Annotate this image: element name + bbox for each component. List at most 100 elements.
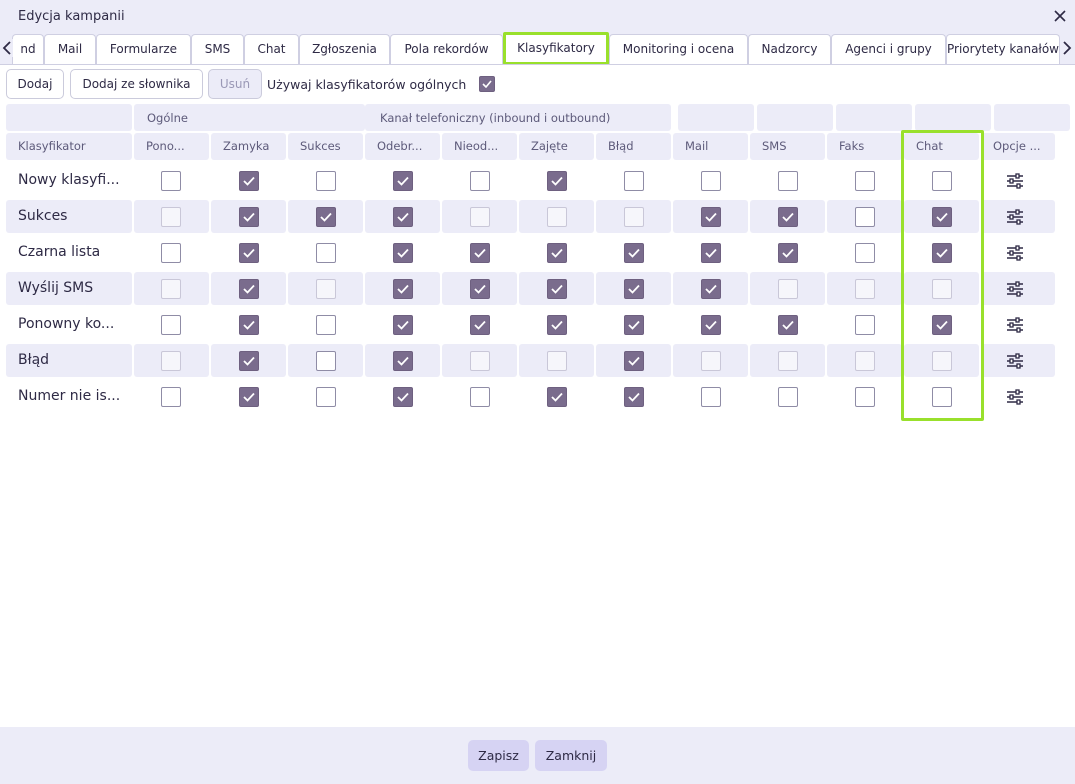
checkbox-sukces[interactable]	[316, 171, 336, 191]
checkbox-chat[interactable]	[932, 279, 952, 299]
checkbox-bd[interactable]	[624, 315, 644, 335]
checkbox-sms[interactable]	[778, 315, 798, 335]
checkbox-chat[interactable]	[932, 351, 952, 371]
tab-tickets[interactable]: Zgłoszenia	[299, 34, 390, 64]
chevron-left-icon[interactable]	[1, 39, 13, 57]
checkbox-bd[interactable]	[624, 171, 644, 191]
checkbox-mail[interactable]	[701, 171, 721, 191]
checkbox-faks[interactable]	[855, 315, 875, 335]
checkbox-odebr[interactable]	[393, 243, 413, 263]
close-button[interactable]: Zamknij	[535, 740, 607, 771]
checkbox-zamyka[interactable]	[239, 351, 259, 371]
save-button[interactable]: Zapisz	[468, 740, 529, 771]
checkbox-odebr[interactable]	[393, 315, 413, 335]
checkbox-pono[interactable]	[161, 243, 181, 263]
delete-button[interactable]: Usuń	[208, 69, 262, 99]
tab-monitoring[interactable]: Monitoring i ocena	[609, 34, 748, 64]
tab-forms[interactable]: Formularze	[96, 34, 191, 64]
checkbox-nieod[interactable]	[470, 207, 490, 227]
checkbox-pono[interactable]	[161, 171, 181, 191]
checkbox-odebr[interactable]	[393, 279, 413, 299]
checkbox-sms[interactable]	[778, 351, 798, 371]
chevron-right-icon[interactable]	[1061, 39, 1073, 57]
checkbox-zajte[interactable]	[547, 171, 567, 191]
checkbox-nieod[interactable]	[470, 387, 490, 407]
checkbox-pono[interactable]	[161, 315, 181, 335]
checkbox-mail[interactable]	[701, 315, 721, 335]
sliders-icon[interactable]	[1006, 353, 1024, 369]
tab-nd[interactable]: nd	[12, 34, 44, 64]
tab-chat[interactable]: Chat	[244, 34, 299, 64]
sliders-icon[interactable]	[1006, 173, 1024, 189]
tab-agents-groups[interactable]: Agenci i grupy	[831, 34, 946, 64]
checkbox-bd[interactable]	[624, 351, 644, 371]
checkbox-zamyka[interactable]	[239, 171, 259, 191]
checkbox-mail[interactable]	[701, 387, 721, 407]
checkbox-odebr[interactable]	[393, 351, 413, 371]
checkbox-nieod[interactable]	[470, 243, 490, 263]
add-from-dictionary-button[interactable]: Dodaj ze słownika	[70, 69, 203, 99]
checkbox-pono[interactable]	[161, 207, 181, 227]
checkbox-zamyka[interactable]	[239, 387, 259, 407]
checkbox-mail[interactable]	[701, 243, 721, 263]
checkbox-chat[interactable]	[932, 171, 952, 191]
checkbox-faks[interactable]	[855, 171, 875, 191]
checkbox-sukces[interactable]	[316, 387, 336, 407]
checkbox-zajte[interactable]	[547, 243, 567, 263]
sliders-icon[interactable]	[1006, 245, 1024, 261]
checkbox-odebr[interactable]	[393, 387, 413, 407]
checkbox-zamyka[interactable]	[239, 315, 259, 335]
tab-supervisors[interactable]: Nadzorcy	[748, 34, 831, 64]
checkbox-pono[interactable]	[161, 279, 181, 299]
checkbox-faks[interactable]	[855, 387, 875, 407]
checkbox-odebr[interactable]	[393, 171, 413, 191]
checkbox-sms[interactable]	[778, 279, 798, 299]
use-general-classifiers-checkbox[interactable]	[479, 76, 495, 92]
checkbox-faks[interactable]	[855, 279, 875, 299]
checkbox-sms[interactable]	[778, 387, 798, 407]
checkbox-mail[interactable]	[701, 279, 721, 299]
checkbox-zamyka[interactable]	[239, 279, 259, 299]
checkbox-zamyka[interactable]	[239, 207, 259, 227]
checkbox-zajte[interactable]	[547, 351, 567, 371]
tab-sms[interactable]: SMS	[191, 34, 244, 64]
checkbox-sms[interactable]	[778, 243, 798, 263]
tab-channel-priorities[interactable]: Priorytety kanałów	[946, 34, 1060, 64]
checkbox-zajte[interactable]	[547, 279, 567, 299]
checkbox-faks[interactable]	[855, 207, 875, 227]
checkbox-zajte[interactable]	[547, 207, 567, 227]
checkbox-faks[interactable]	[855, 351, 875, 371]
checkbox-pono[interactable]	[161, 387, 181, 407]
checkbox-nieod[interactable]	[470, 171, 490, 191]
checkbox-sms[interactable]	[778, 171, 798, 191]
checkbox-sukces[interactable]	[316, 243, 336, 263]
checkbox-pono[interactable]	[161, 351, 181, 371]
checkbox-nieod[interactable]	[470, 279, 490, 299]
checkbox-chat[interactable]	[932, 315, 952, 335]
checkbox-zajte[interactable]	[547, 387, 567, 407]
checkbox-nieod[interactable]	[470, 351, 490, 371]
checkbox-sms[interactable]	[778, 207, 798, 227]
tab-record-fields[interactable]: Pola rekordów	[390, 34, 503, 64]
checkbox-mail[interactable]	[701, 351, 721, 371]
checkbox-zajte[interactable]	[547, 315, 567, 335]
sliders-icon[interactable]	[1006, 317, 1024, 333]
checkbox-bd[interactable]	[624, 207, 644, 227]
checkbox-faks[interactable]	[855, 243, 875, 263]
checkbox-bd[interactable]	[624, 387, 644, 407]
checkbox-nieod[interactable]	[470, 315, 490, 335]
checkbox-bd[interactable]	[624, 243, 644, 263]
sliders-icon[interactable]	[1006, 389, 1024, 405]
sliders-icon[interactable]	[1006, 209, 1024, 225]
checkbox-sukces[interactable]	[316, 207, 336, 227]
checkbox-odebr[interactable]	[393, 207, 413, 227]
checkbox-chat[interactable]	[932, 207, 952, 227]
sliders-icon[interactable]	[1006, 281, 1024, 297]
close-icon[interactable]	[1051, 7, 1069, 25]
checkbox-sukces[interactable]	[316, 351, 336, 371]
checkbox-zamyka[interactable]	[239, 243, 259, 263]
checkbox-sukces[interactable]	[316, 315, 336, 335]
checkbox-sukces[interactable]	[316, 279, 336, 299]
checkbox-bd[interactable]	[624, 279, 644, 299]
checkbox-chat[interactable]	[932, 387, 952, 407]
